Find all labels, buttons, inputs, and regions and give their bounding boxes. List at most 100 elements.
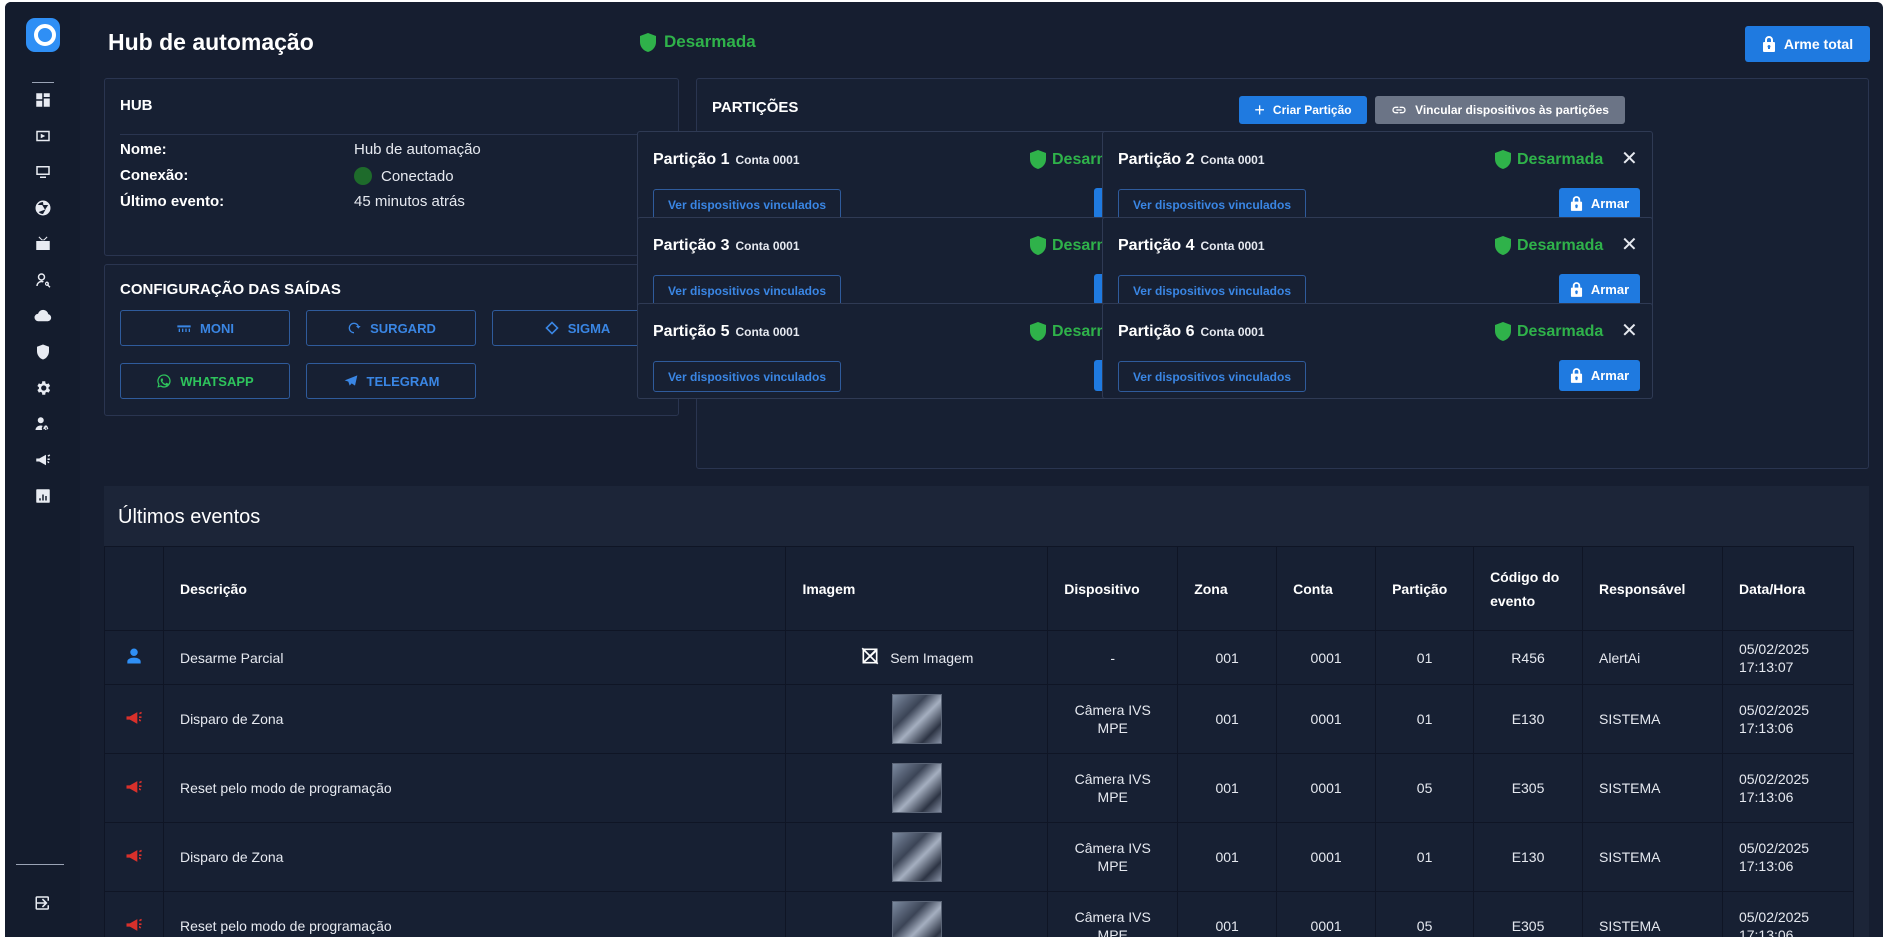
event-partition: 05 [1375, 753, 1475, 823]
column-header[interactable]: Partição [1375, 546, 1475, 631]
event-thumbnail[interactable] [891, 694, 942, 744]
view-linked-devices-button[interactable]: Ver dispositivos vinculados [1118, 275, 1306, 306]
output-label: SIGMA [567, 320, 611, 336]
hub-label: Conexão: [120, 167, 189, 184]
chart-icon[interactable] [32, 485, 54, 507]
table-row[interactable]: Reset pelo modo de programação Câmera IVS… [104, 753, 1855, 823]
column-header[interactable]: Descrição [162, 546, 787, 631]
video-icon[interactable] [32, 125, 54, 147]
link-devices-button[interactable]: Vincular dispositivos às partições [1375, 96, 1625, 124]
event-thumbnail[interactable] [891, 901, 942, 937]
view-linked-devices-button[interactable]: Ver dispositivos vinculados [653, 361, 841, 392]
shield-icon [1495, 236, 1511, 255]
event-account: 0001 [1276, 630, 1377, 685]
cloud-icon[interactable] [32, 305, 54, 327]
divider [120, 134, 663, 135]
shield-icon[interactable] [32, 341, 54, 363]
table-row[interactable]: Disparo de Zona Câmera IVS MPE 001 0001 01 E1… [104, 684, 1855, 754]
dashboard-icon[interactable] [32, 89, 54, 111]
sigma-icon [545, 321, 559, 335]
partition-account: Conta 0001 [735, 153, 800, 167]
settings-icon[interactable] [32, 377, 54, 399]
shield-icon [1495, 322, 1511, 341]
table-row[interactable]: Disparo de Zona Câmera IVS MPE 001 0001 01 E1… [104, 822, 1855, 892]
whatsapp-icon [157, 374, 171, 388]
event-time: 17:13:06 [1738, 927, 1794, 937]
event-device: Câmera IVS MPE [1047, 822, 1179, 892]
close-icon[interactable]: ✕ [1621, 321, 1638, 341]
partition-name: Partição 2 Conta 0001 [1118, 151, 1265, 169]
user-settings-icon[interactable] [32, 413, 54, 435]
arm-partition-button[interactable]: Armar [1559, 360, 1640, 391]
event-image-cell[interactable] [785, 684, 1049, 754]
output-telegram-button[interactable]: TELEGRAM [306, 363, 476, 399]
view-linked-devices-button[interactable]: Ver dispositivos vinculados [1118, 189, 1306, 220]
outputs-card-title: CONFIGURAÇÃO DAS SAÍDAS [120, 281, 341, 298]
event-image-cell[interactable] [785, 822, 1049, 892]
camera-shutter-icon[interactable] [32, 197, 54, 219]
event-partition: 01 [1375, 822, 1475, 892]
event-time: 17:13:06 [1738, 720, 1794, 736]
event-image-cell[interactable] [785, 753, 1049, 823]
shield-icon [1495, 150, 1511, 169]
arm-label: Armar [1590, 196, 1630, 211]
column-header[interactable]: Zona [1177, 546, 1278, 631]
output-label: MONI [200, 320, 234, 336]
hub-status-text: Desarmada [664, 32, 756, 51]
create-partition-button[interactable]: + Criar Partição [1239, 96, 1367, 124]
column-header[interactable]: Código do evento [1473, 546, 1584, 631]
output-whatsapp-button[interactable]: WHATSAPP [120, 363, 290, 399]
hub-value: 45 minutos atrás [354, 193, 465, 210]
partition-account: Conta 0001 [1200, 239, 1265, 253]
column-header[interactable]: Conta [1276, 546, 1377, 631]
arm-label: Armar [1590, 282, 1630, 297]
events-table: Descrição Imagem Dispositivo Zona Conta … [104, 546, 1855, 937]
event-description: Reset pelo modo de programação [162, 891, 787, 937]
event-thumbnail[interactable] [891, 763, 942, 813]
event-thumbnail[interactable] [891, 832, 942, 882]
event-datetime: 05/02/2025 17:13:06 [1721, 753, 1855, 823]
arm-partition-button[interactable]: Armar [1559, 188, 1640, 219]
partition-status-badge: Desarmada [1495, 150, 1603, 169]
event-zone: 001 [1177, 891, 1278, 937]
connection-status-text: Conectado [381, 167, 454, 185]
event-responsible: SISTEMA [1582, 753, 1723, 823]
table-row[interactable]: Desarme Parcial Sem Imagem -001 0001 01 R456 A… [104, 630, 1855, 685]
column-header[interactable]: Data/Hora [1721, 546, 1855, 631]
event-description: Disparo de Zona [162, 822, 787, 892]
close-icon[interactable]: ✕ [1621, 235, 1638, 255]
user-search-icon[interactable] [32, 269, 54, 291]
output-surgard-button[interactable]: SURGARD [306, 310, 476, 346]
logo[interactable] [26, 18, 60, 52]
event-image-cell[interactable] [785, 891, 1049, 937]
event-code: R456 [1473, 630, 1584, 685]
view-linked-devices-button[interactable]: Ver dispositivos vinculados [653, 275, 841, 306]
view-linked-devices-button[interactable]: Ver dispositivos vinculados [1118, 361, 1306, 392]
tv-icon[interactable] [32, 233, 54, 255]
partitions-card-title: PARTIÇÕES [712, 99, 799, 116]
lock-icon [1570, 368, 1582, 383]
page-title: Hub de automação [108, 29, 314, 55]
column-header[interactable]: Responsável [1582, 546, 1723, 631]
lock-icon [1570, 282, 1582, 297]
partition-name: Partição 1 Conta 0001 [653, 151, 800, 169]
event-code: E130 [1473, 684, 1584, 754]
sidebar-divider [32, 82, 54, 83]
arm-partition-button[interactable]: Armar [1559, 274, 1640, 305]
logout-icon[interactable] [32, 892, 54, 914]
output-moni-button[interactable]: MONI [120, 310, 290, 346]
table-row[interactable]: Reset pelo modo de programação Câmera IVS… [104, 891, 1855, 937]
event-datetime: 05/02/2025 17:13:06 [1721, 822, 1855, 892]
close-icon[interactable]: ✕ [1621, 149, 1638, 169]
partition-name-text: Partição 4 [1118, 237, 1195, 254]
monitor-icon[interactable] [32, 161, 54, 183]
output-label: WHATSAPP [180, 373, 254, 389]
event-device: Câmera IVS MPE [1047, 891, 1179, 937]
column-header[interactable]: Imagem [785, 546, 1049, 631]
event-date: 05/02/2025 [1738, 640, 1810, 657]
megaphone-icon[interactable] [32, 449, 54, 471]
arm-total-button[interactable]: Arme total [1745, 26, 1870, 62]
column-header[interactable]: Dispositivo [1047, 546, 1179, 631]
view-linked-devices-button[interactable]: Ver dispositivos vinculados [653, 189, 841, 220]
event-account: 0001 [1276, 891, 1377, 937]
